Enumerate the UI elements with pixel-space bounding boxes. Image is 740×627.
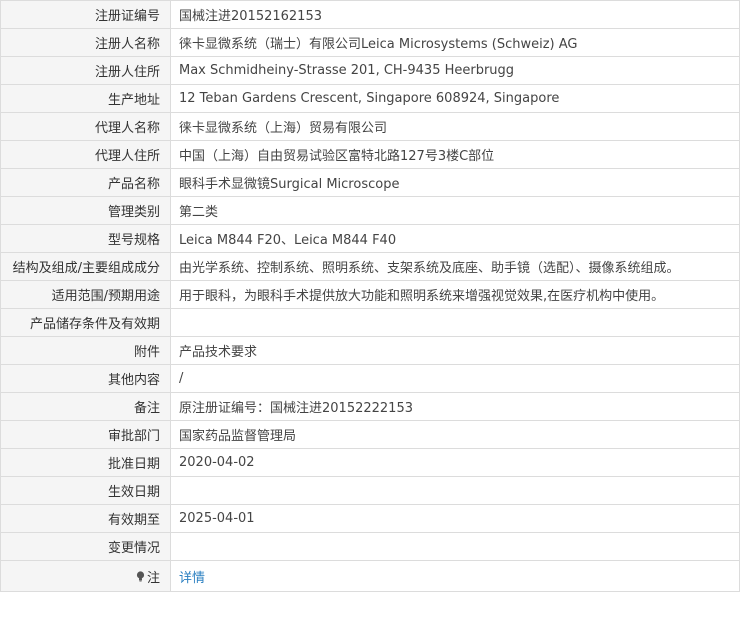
- table-row: 代理人住所 中国（上海）自由贸易试验区富特北路127号3楼C部位: [0, 140, 740, 169]
- field-label: 审批部门: [0, 420, 171, 449]
- field-value: 12 Teban Gardens Crescent, Singapore 608…: [170, 84, 740, 113]
- field-value: Max Schmidheiny-Strasse 201, CH-9435 Hee…: [170, 56, 740, 85]
- field-label: 生产地址: [0, 84, 171, 113]
- field-value: 原注册证编号：国械注进20152222153: [170, 392, 740, 421]
- field-value: [170, 532, 740, 561]
- field-label: 批准日期: [0, 448, 171, 477]
- field-label: 注册人名称: [0, 28, 171, 57]
- table-row: 备注 原注册证编号：国械注进20152222153: [0, 392, 740, 421]
- field-label: 管理类别: [0, 196, 171, 225]
- field-label: 型号规格: [0, 224, 171, 253]
- field-value: 国械注进20152162153: [170, 0, 740, 29]
- field-value: Leica M844 F20、Leica M844 F40: [170, 224, 740, 253]
- field-label: 注册人住所: [0, 56, 171, 85]
- table-row: 变更情况: [0, 532, 740, 561]
- field-value: 第二类: [170, 196, 740, 225]
- field-value: 用于眼科，为眼科手术提供放大功能和照明系统来增强视觉效果,在医疗机构中使用。: [170, 280, 740, 309]
- field-value: 中国（上海）自由贸易试验区富特北路127号3楼C部位: [170, 140, 740, 169]
- field-label: 产品储存条件及有效期: [0, 308, 171, 337]
- table-row: 型号规格 Leica M844 F20、Leica M844 F40: [0, 224, 740, 253]
- table-row: 批准日期 2020-04-02: [0, 448, 740, 477]
- field-label: 变更情况: [0, 532, 171, 561]
- registration-info-table: 注册证编号 国械注进20152162153 注册人名称 徕卡显微系统（瑞士）有限…: [0, 0, 740, 592]
- field-label: 注册证编号: [0, 0, 171, 29]
- field-value: 徕卡显微系统（瑞士）有限公司Leica Microsystems (Schwei…: [170, 28, 740, 57]
- field-label: 产品名称: [0, 168, 171, 197]
- note-row: 注 详情: [0, 560, 740, 592]
- field-value: 由光学系统、控制系统、照明系统、支架系统及底座、助手镜（选配）、摄像系统组成。: [170, 252, 740, 281]
- note-label-text: 注: [146, 570, 160, 586]
- field-value: 眼科手术显微镜Surgical Microscope: [170, 168, 740, 197]
- field-value: [170, 308, 740, 337]
- lightbulb-icon: [136, 570, 145, 582]
- field-value: 2020-04-02: [170, 448, 740, 477]
- note-label: 注: [136, 567, 160, 586]
- table-row: 其他内容 /: [0, 364, 740, 393]
- field-label: 代理人名称: [0, 112, 171, 141]
- table-row: 注册人名称 徕卡显微系统（瑞士）有限公司Leica Microsystems (…: [0, 28, 740, 57]
- table-row: 附件 产品技术要求: [0, 336, 740, 365]
- field-value: 2025-04-01: [170, 504, 740, 533]
- field-label: 适用范围/预期用途: [0, 280, 171, 309]
- detail-link[interactable]: 详情: [179, 571, 205, 586]
- table-row: 生效日期: [0, 476, 740, 505]
- field-label: 有效期至: [0, 504, 171, 533]
- field-label: 其他内容: [0, 364, 171, 393]
- field-value: 徕卡显微系统（上海）贸易有限公司: [170, 112, 740, 141]
- field-value: 产品技术要求: [170, 336, 740, 365]
- table-row: 产品名称 眼科手术显微镜Surgical Microscope: [0, 168, 740, 197]
- table-row: 产品储存条件及有效期: [0, 308, 740, 337]
- field-value: 国家药品监督管理局: [170, 420, 740, 449]
- field-value: [170, 476, 740, 505]
- field-label: 代理人住所: [0, 140, 171, 169]
- table-row: 代理人名称 徕卡显微系统（上海）贸易有限公司: [0, 112, 740, 141]
- field-label: 生效日期: [0, 476, 171, 505]
- table-row: 适用范围/预期用途 用于眼科，为眼科手术提供放大功能和照明系统来增强视觉效果,在…: [0, 280, 740, 309]
- table-row: 结构及组成/主要组成成分 由光学系统、控制系统、照明系统、支架系统及底座、助手镜…: [0, 252, 740, 281]
- table-row: 注册人住所 Max Schmidheiny-Strasse 201, CH-94…: [0, 56, 740, 85]
- table-row: 注册证编号 国械注进20152162153: [0, 0, 740, 29]
- note-value-cell: 详情: [170, 560, 740, 592]
- table-row: 有效期至 2025-04-01: [0, 504, 740, 533]
- field-value: /: [170, 364, 740, 393]
- field-label: 附件: [0, 336, 171, 365]
- table-row: 审批部门 国家药品监督管理局: [0, 420, 740, 449]
- field-label: 备注: [0, 392, 171, 421]
- field-label: 结构及组成/主要组成成分: [0, 252, 171, 281]
- table-row: 管理类别 第二类: [0, 196, 740, 225]
- note-label-cell: 注: [0, 560, 171, 592]
- table-row: 生产地址 12 Teban Gardens Crescent, Singapor…: [0, 84, 740, 113]
